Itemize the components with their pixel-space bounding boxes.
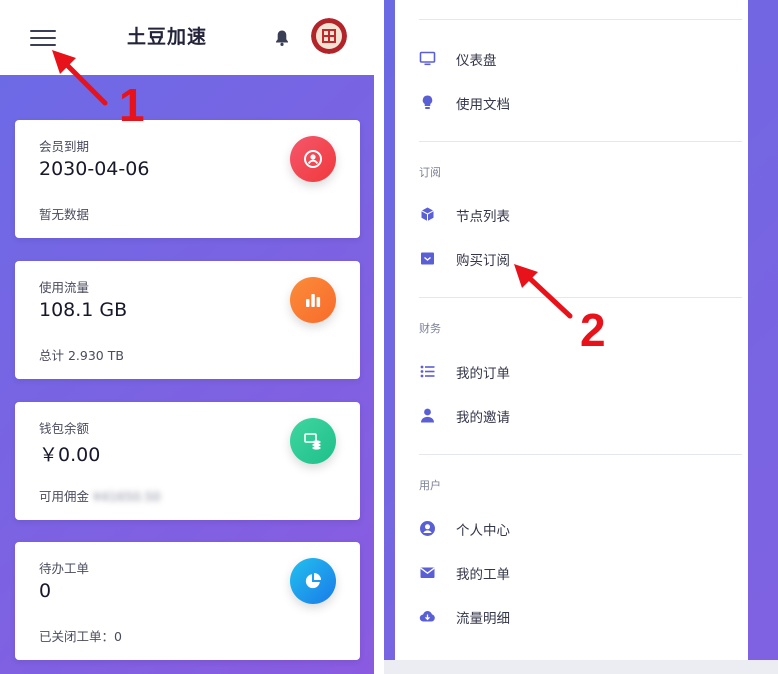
- section-title-user: 用户: [419, 479, 441, 492]
- sidebar-item-label: 我的邀请: [456, 410, 510, 426]
- traffic-usage-card: 使用流量 108.1 GB 总计 2.930 TB: [15, 261, 360, 379]
- card-title: 钱包余额: [39, 421, 90, 436]
- divider: [419, 297, 742, 298]
- sidebar-item-dashboard[interactable]: 仪表盘: [419, 46, 719, 72]
- wallet-coins-icon: [290, 418, 336, 464]
- person-icon: [421, 408, 434, 423]
- card-subtext: 可用佣金 ¥41650.50: [39, 486, 161, 505]
- membership-expiry-card: 会员到期 2030-04-06 暂无数据: [15, 120, 360, 238]
- divider: [419, 454, 742, 455]
- lightbulb-icon: [422, 95, 433, 109]
- sidebar-item-label: 我的订单: [456, 366, 510, 382]
- annotation-step-1: 1: [119, 79, 145, 131]
- card-value: 108.1 GB: [39, 299, 128, 321]
- sidebar-item-label: 仪表盘: [456, 53, 497, 69]
- left-screen: 土豆加速 会员到期 2030-04-06 暂无数据 使用流量 108.1 GB …: [0, 0, 374, 674]
- card-value: ￥0.00: [39, 444, 101, 466]
- card-title: 待办工单: [39, 561, 90, 576]
- monitor-icon: [419, 51, 436, 66]
- divider: [419, 141, 742, 142]
- pie-chart-icon: [290, 558, 336, 604]
- avatar[interactable]: [311, 18, 347, 54]
- card-title: 会员到期: [39, 139, 90, 154]
- sidebar-item-traffic-details[interactable]: 流量明细: [419, 604, 719, 630]
- sidebar-item-label: 我的工单: [456, 567, 510, 583]
- top-bar: 土豆加速: [0, 0, 374, 75]
- wallet-balance-card: 钱包余额 ￥0.00 可用佣金 ¥41650.50: [15, 402, 360, 520]
- user-circle-icon: [290, 136, 336, 182]
- list-icon: [420, 365, 435, 378]
- cloud-download-icon: [419, 611, 435, 622]
- cube-icon: [421, 207, 434, 221]
- sidebar-item-my-orders[interactable]: 我的订单: [419, 359, 719, 385]
- card-subtext: 暂无数据: [39, 207, 90, 222]
- sidebar-item-label: 购买订阅: [456, 253, 510, 269]
- section-title-finance: 财务: [419, 322, 441, 335]
- pending-tickets-card: 待办工单 0 已关闭工单：0: [15, 542, 360, 660]
- sidebar-item-profile[interactable]: 个人中心: [419, 516, 719, 542]
- user-circle-icon: [420, 521, 435, 536]
- card-subtext: 总计 2.930 TB: [39, 348, 124, 363]
- sidebar-item-my-tickets[interactable]: 我的工单: [419, 560, 719, 586]
- card-title: 使用流量: [39, 280, 90, 295]
- panel-gap: [374, 0, 384, 674]
- section-title-subscription: 订阅: [419, 166, 441, 179]
- envelope-icon: [420, 567, 435, 578]
- card-value: 0: [39, 580, 52, 602]
- sidebar-item-docs[interactable]: 使用文档: [419, 90, 719, 116]
- sidebar-item-label: 个人中心: [456, 523, 510, 539]
- sidebar-item-label: 使用文档: [456, 97, 510, 113]
- bar-chart-icon: [290, 277, 336, 323]
- dashboard-background: 会员到期 2030-04-06 暂无数据 使用流量 108.1 GB 总计 2.…: [0, 75, 374, 674]
- sidebar-drawer: 仪表盘 使用文档 订阅 节点列表 购买订阅 财务 我的订单 我的邀请 用户 个人…: [395, 0, 748, 660]
- sidebar-item-label: 流量明细: [456, 611, 510, 627]
- commission-label: 可用佣金: [39, 489, 90, 504]
- card-subtext: 已关闭工单：0: [39, 629, 122, 644]
- card-value: 2030-04-06: [39, 158, 150, 180]
- archive-box-icon: [421, 252, 434, 265]
- divider: [419, 19, 742, 20]
- sidebar-item-buy-subscription[interactable]: 购买订阅: [419, 246, 719, 272]
- annotation-step-2: 2: [580, 304, 606, 356]
- commission-value-blurred: ¥41650.50: [93, 489, 161, 504]
- bell-icon[interactable]: [274, 29, 290, 47]
- sidebar-item-label: 节点列表: [456, 209, 510, 225]
- sidebar-item-node-list[interactable]: 节点列表: [419, 202, 719, 228]
- sidebar-item-my-invites[interactable]: 我的邀请: [419, 403, 719, 429]
